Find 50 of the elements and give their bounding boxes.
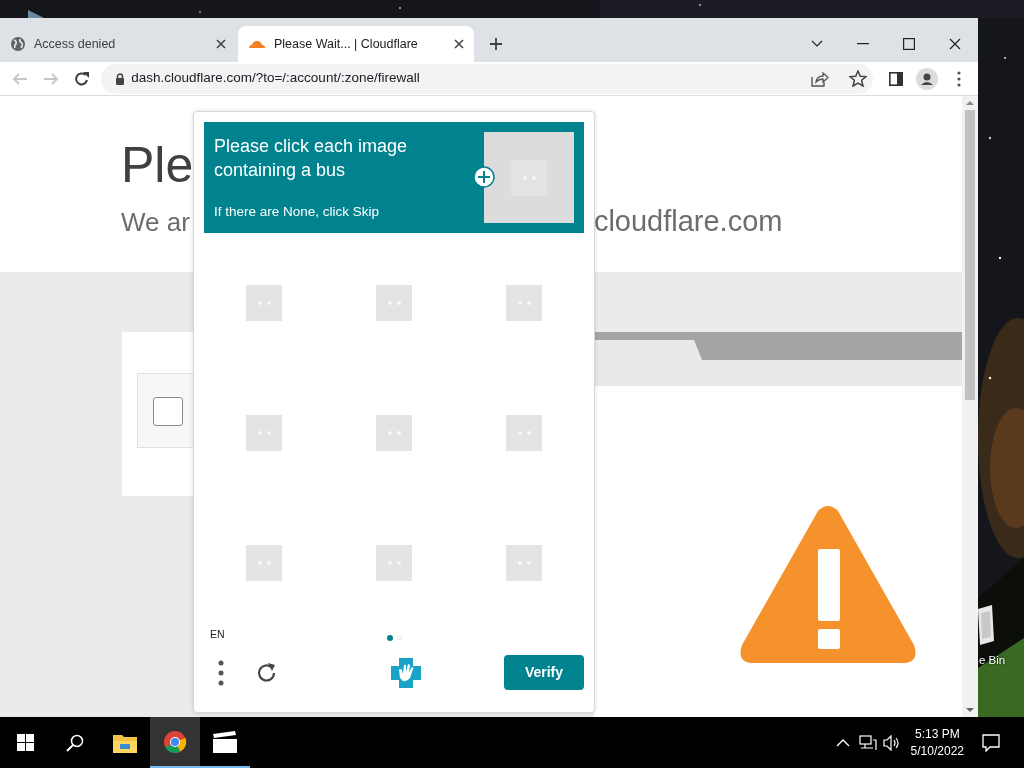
taskbar-app-button[interactable]: [150, 717, 200, 768]
chevron-down-icon[interactable]: [811, 40, 823, 48]
plus-icon[interactable]: [489, 37, 503, 51]
chevron-up-icon[interactable]: [835, 738, 850, 747]
chrome-icon[interactable]: [163, 729, 187, 754]
share-icon[interactable]: [811, 70, 830, 87]
hand-logo-icon[interactable]: [389, 655, 423, 690]
windows-icon[interactable]: [16, 734, 34, 751]
page-subtitle: We ar: [121, 208, 190, 237]
close-tab-icon[interactable]: [454, 39, 464, 49]
desktop-icon-label[interactable]: e Bin: [979, 652, 1006, 670]
warning-icon: [738, 505, 918, 665]
globe-icon: [10, 36, 26, 52]
verify-button[interactable]: Verify: [504, 655, 584, 690]
captcha-prompt: Please click each image containing a bus: [214, 135, 409, 182]
close-tab-icon[interactable]: [216, 39, 226, 49]
clapperboard-icon[interactable]: [213, 730, 237, 753]
clock-time[interactable]: 5:13 PM: [910, 725, 964, 743]
browser-tab[interactable]: Access denied: [0, 26, 236, 62]
maximize-icon[interactable]: [903, 38, 915, 50]
volume-icon[interactable]: [882, 734, 901, 751]
address-field[interactable]: dash.cloudflare.com/?to=/:account/:zone/firewall: [131, 68, 806, 89]
reload-icon[interactable]: [73, 70, 90, 87]
notification-icon[interactable]: [982, 733, 1000, 752]
address-bar[interactable]: dash.cloudflare.com/?to=/:account/:zone/firewall: [101, 63, 874, 94]
menu-icon[interactable]: [217, 659, 225, 686]
scrollbar[interactable]: [962, 96, 978, 717]
lock-icon[interactable]: [115, 72, 126, 85]
folder-icon[interactable]: [113, 732, 137, 753]
side-panel-icon[interactable]: [889, 71, 904, 86]
page-dot[interactable]: [387, 635, 393, 641]
network-icon[interactable]: [858, 734, 877, 751]
expand-icon[interactable]: [473, 166, 495, 188]
language-selector[interactable]: EN: [210, 627, 225, 641]
star-icon[interactable]: [849, 70, 868, 87]
captcha-hint: If there are None, click Skip: [214, 202, 381, 221]
search-icon[interactable]: [66, 733, 84, 752]
scroll-down-icon[interactable]: [966, 707, 974, 713]
minimize-icon[interactable]: [857, 43, 869, 45]
bin-icon[interactable]: [978, 605, 994, 645]
scrollbar-thumb[interactable]: [965, 110, 975, 400]
cloud-icon: [248, 39, 266, 49]
menu-icon[interactable]: [956, 70, 961, 87]
clock-date[interactable]: 5/10/2022: [910, 742, 964, 760]
page-heading: Ple: [121, 140, 194, 190]
checkbox[interactable]: [153, 397, 183, 426]
browser-tab[interactable]: Please Wait... | Cloudflare: [238, 26, 474, 62]
scroll-up-icon[interactable]: [966, 100, 974, 106]
close-icon[interactable]: [949, 38, 961, 50]
page-subtitle: cloudflare.com: [593, 206, 783, 238]
